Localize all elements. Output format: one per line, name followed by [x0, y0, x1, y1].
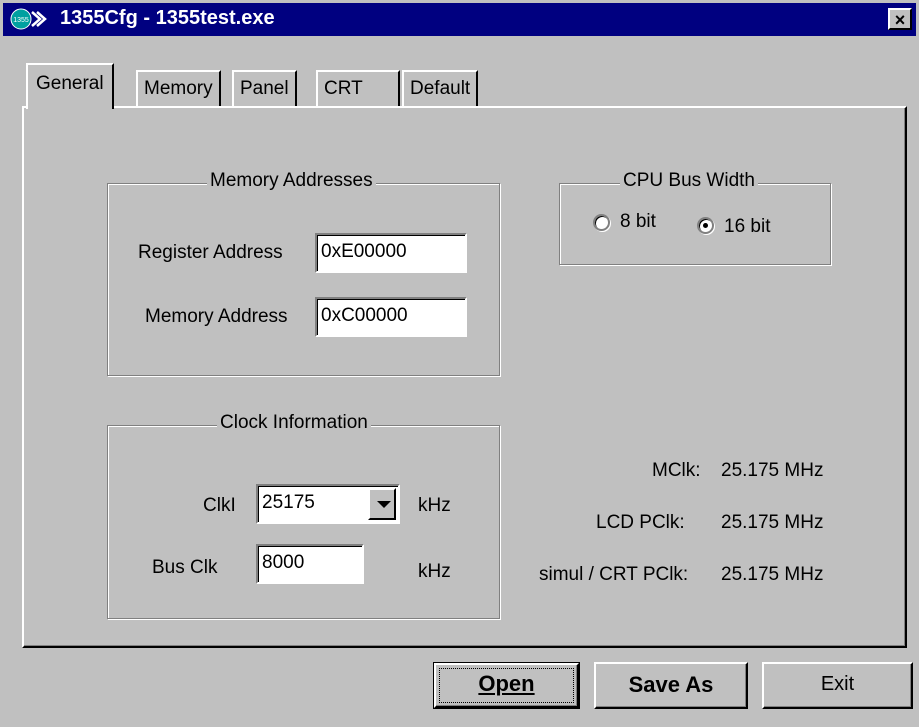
mclk-label: MClk: [652, 460, 701, 481]
radio-8-bit[interactable] [593, 214, 610, 231]
cpu-bus-width-title: CPU Bus Width [620, 170, 758, 192]
tab-crt-label: CRT [324, 78, 363, 99]
tab-default[interactable]: Default [402, 70, 479, 107]
tab-default-label: Default [410, 78, 471, 99]
cpu-bus-width-group: CPU Bus Width 8 bit 16 bit [559, 170, 831, 265]
register-address-label: Register Address [138, 242, 283, 263]
radio-16-bit[interactable] [697, 217, 714, 234]
bus-clk-label: Bus Clk [152, 557, 218, 578]
memory-address-label: Memory Address [145, 306, 288, 327]
exit-button-label: Exit [820, 673, 855, 695]
clki-combo[interactable]: 25175 [256, 484, 400, 524]
title-bar[interactable]: 1355 1355Cfg - 1355test.exe × [3, 3, 916, 36]
clock-information-title: Clock Information [217, 412, 371, 434]
memory-address-field[interactable]: 0xC00000 [315, 297, 467, 337]
bus-clk-field[interactable]: 8000 [256, 544, 364, 584]
window-title: 1355Cfg - 1355test.exe [60, 7, 275, 29]
crt-pclk-label: simul / CRT PClk: [539, 564, 689, 585]
open-button[interactable]: Open [433, 662, 580, 709]
close-icon: × [894, 10, 906, 30]
tab-general-label: General [36, 73, 104, 94]
general-tab-panel: Memory Addresses Register Address 0xE000… [22, 106, 907, 648]
svg-text:1355: 1355 [13, 17, 29, 24]
radio-8-bit-label[interactable]: 8 bit [620, 211, 656, 233]
app-icon: 1355 [10, 8, 47, 30]
config-window: 1355 1355Cfg - 1355test.exe × General Me… [0, 0, 919, 727]
mclk-value: 25.175 MHz [721, 460, 824, 481]
clki-label: ClkI [203, 495, 236, 516]
tab-general[interactable]: General [26, 63, 114, 109]
tab-memory-label: Memory [144, 78, 213, 99]
radio-selected-dot [703, 223, 708, 228]
tab-crt[interactable]: CRT [316, 70, 400, 107]
crt-pclk-value: 25.175 MHz [721, 564, 824, 585]
tab-panel-label: Panel [240, 78, 289, 99]
lcd-pclk-label: LCD PClk: [596, 512, 685, 533]
memory-addresses-group: Memory Addresses Register Address 0xE000… [107, 170, 500, 376]
open-button-label: Open [478, 671, 535, 696]
radio-16-bit-label[interactable]: 16 bit [724, 216, 770, 238]
close-button[interactable]: × [888, 8, 912, 30]
tab-memory[interactable]: Memory [136, 70, 221, 107]
register-address-field[interactable]: 0xE00000 [315, 233, 467, 273]
clki-unit: kHz [418, 495, 451, 516]
clock-information-group: Clock Information ClkI 25175 kHz Bus Clk… [107, 412, 500, 619]
exit-button[interactable]: Exit [762, 662, 913, 709]
chevron-down-icon[interactable] [368, 488, 396, 520]
bus-clk-unit: kHz [418, 561, 451, 582]
memory-addresses-title: Memory Addresses [207, 170, 376, 192]
tab-panel[interactable]: Panel [232, 70, 297, 107]
save-as-button-label: Save As [628, 672, 714, 697]
save-as-button[interactable]: Save As [594, 662, 748, 709]
lcd-pclk-value: 25.175 MHz [721, 512, 824, 533]
clki-value: 25175 [262, 492, 315, 513]
